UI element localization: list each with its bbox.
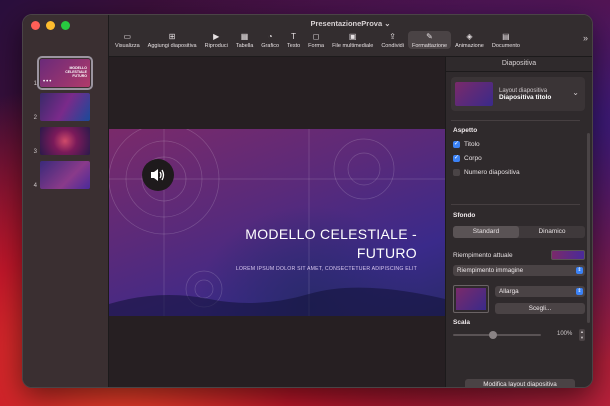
- share-button[interactable]: ⇪ Condividi: [377, 31, 408, 49]
- format-button[interactable]: ✎ Formattazione: [407, 31, 452, 49]
- slide-layout-picker[interactable]: Layout diapositiva Diapositiva titolo ⌄: [451, 77, 585, 111]
- scale-label: Scala: [453, 319, 470, 326]
- scale-stepper[interactable]: ▲ ▼: [579, 329, 585, 341]
- fill-image-preview[interactable]: [453, 285, 489, 313]
- tab-slide[interactable]: Diapositiva: [446, 60, 592, 67]
- current-fill-label: Riempimento attuale: [453, 251, 513, 259]
- view-button[interactable]: ▭ Visualizza: [111, 31, 144, 49]
- shape-icon: ◻: [312, 32, 320, 41]
- slide-thumb-image[interactable]: [40, 161, 90, 189]
- sidebar-icon: ▭: [123, 32, 132, 41]
- keynote-window: 1 MODELLO CELESTIALE FUTURO ••• 2 3 4 Pr…: [22, 14, 593, 388]
- fullscreen-button[interactable]: [61, 21, 70, 30]
- background-mode-segmented: Standard Dinamico: [453, 226, 585, 238]
- add-slide-icon: ⊞: [168, 32, 176, 41]
- slide-title[interactable]: MODELLO CELESTIALE - FUTURO: [217, 225, 417, 263]
- slide-thumbnail-4[interactable]: 4: [29, 161, 90, 189]
- choose-image-button[interactable]: Scegli...: [495, 303, 585, 314]
- slider-knob[interactable]: [489, 331, 497, 339]
- fill-color-swatch[interactable]: [551, 250, 585, 260]
- format-inspector: Diapositiva Layout diapositiva Diapositi…: [445, 57, 592, 387]
- table-icon: ▦: [240, 32, 249, 41]
- audio-speaker-icon[interactable]: [142, 159, 174, 191]
- media-icon: ▣: [348, 32, 357, 41]
- play-button[interactable]: ▶ Riproduci: [201, 31, 232, 49]
- play-icon: ▶: [213, 32, 220, 41]
- divider: [446, 71, 592, 72]
- share-icon: ⇪: [389, 32, 396, 41]
- chevron-updown-icon: ⇕: [576, 288, 583, 295]
- text-icon: T: [291, 32, 297, 41]
- slide-thumbnail-3[interactable]: 3: [29, 127, 90, 155]
- fill-type-select[interactable]: Riempimento immagine ⇕: [453, 265, 585, 276]
- slide-number: 2: [33, 115, 37, 121]
- chevron-updown-icon: ⇕: [576, 267, 583, 274]
- slide-thumbnail-1[interactable]: 1 MODELLO CELESTIALE FUTURO •••: [29, 56, 93, 90]
- layout-value: Diapositiva titolo: [499, 93, 552, 101]
- add-slide-button[interactable]: ⊞ Aggiungi diapositiva: [144, 31, 201, 49]
- more-icon[interactable]: •••: [43, 79, 52, 85]
- chevron-down-icon: ⌄: [572, 88, 579, 97]
- text-button[interactable]: T Testo: [283, 31, 304, 49]
- slide-canvas[interactable]: MODELLO CELESTIALE - FUTURO LOREM IPSUM …: [109, 57, 445, 387]
- thumb-title: MODELLO CELESTIALE FUTURO: [65, 66, 87, 78]
- table-button[interactable]: ▦ Tabella: [232, 31, 257, 49]
- window-controls: [31, 21, 70, 30]
- slide-thumb-image[interactable]: [40, 127, 90, 155]
- document-icon: ▤: [502, 32, 510, 41]
- chart-icon: ◔: [267, 32, 273, 41]
- shape-button[interactable]: ◻ Forma: [304, 31, 328, 49]
- more-tools-icon[interactable]: »: [583, 33, 588, 43]
- current-fill-row: Riempimento attuale: [453, 250, 585, 260]
- chart-button[interactable]: ◔ Grafico: [257, 31, 283, 49]
- slide-thumb-image[interactable]: [40, 93, 90, 121]
- divider: [451, 204, 580, 205]
- scale-mode-select[interactable]: Allarga ⇕: [495, 286, 585, 297]
- toolbar: PresentazioneProva ⌄ ▭ Visualizza ⊞ Aggiun…: [109, 15, 592, 57]
- edit-layout-button[interactable]: Modifica layout diapositiva: [465, 379, 575, 387]
- slide-number: 1: [33, 81, 37, 87]
- scale-value[interactable]: 100%: [557, 331, 572, 337]
- slide-number: 3: [33, 149, 37, 155]
- celestial-decoration: [109, 129, 445, 316]
- minimize-button[interactable]: [46, 21, 55, 30]
- body-checkbox[interactable]: ✓ Corpo: [453, 155, 482, 162]
- title-checkbox[interactable]: ✓ Titolo: [453, 141, 480, 148]
- unchecked-box: [453, 169, 460, 176]
- current-slide[interactable]: MODELLO CELESTIALE - FUTURO LOREM IPSUM …: [109, 129, 445, 316]
- checkmark-icon: ✓: [453, 155, 460, 162]
- background-title: Sfondo: [453, 212, 476, 219]
- document-button[interactable]: ▤ Documento: [488, 31, 524, 49]
- layout-label: Layout diapositiva: [499, 87, 548, 94]
- animation-icon: ◈: [466, 32, 473, 41]
- dynamic-option[interactable]: Dinamico: [519, 226, 585, 238]
- divider: [451, 120, 580, 121]
- slide-thumb-image[interactable]: MODELLO CELESTIALE FUTURO •••: [37, 56, 93, 90]
- brush-icon: ✎: [426, 32, 433, 41]
- inspector-scrollbar[interactable]: [587, 133, 590, 323]
- appearance-title: Aspetto: [453, 127, 478, 134]
- slide-subtitle[interactable]: LOREM IPSUM DOLOR SIT AMET, CONSECTETUER…: [236, 266, 417, 272]
- slide-number: 4: [33, 183, 37, 189]
- scale-slider[interactable]: [453, 331, 541, 339]
- animate-button[interactable]: ◈ Animazione: [451, 31, 488, 49]
- document-title[interactable]: PresentazioneProva ⌄: [109, 19, 592, 28]
- media-button[interactable]: ▣ File multimediale: [328, 31, 377, 49]
- checkmark-icon: ✓: [453, 141, 460, 148]
- slide-number-checkbox[interactable]: Numero diapositiva: [453, 169, 520, 176]
- close-button[interactable]: [31, 21, 40, 30]
- standard-option[interactable]: Standard: [453, 226, 519, 238]
- slide-thumbnail-2[interactable]: 2: [29, 93, 90, 121]
- layout-thumbnail: [455, 82, 493, 106]
- slide-navigator: 1 MODELLO CELESTIALE FUTURO ••• 2 3 4: [23, 15, 109, 387]
